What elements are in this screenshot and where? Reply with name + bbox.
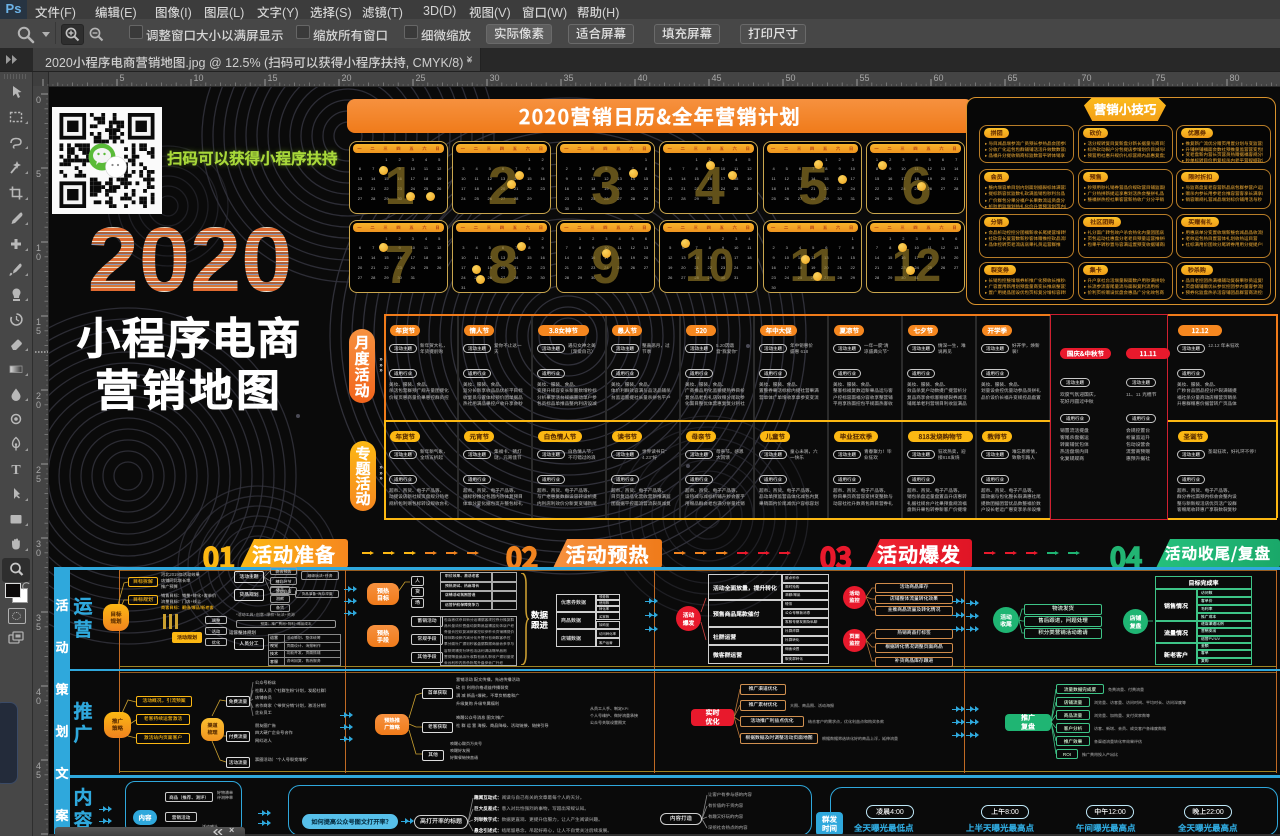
- svg-text:65: 65: [1008, 73, 1018, 83]
- svg-text:0: 0: [36, 95, 41, 105]
- svg-text:80: 80: [1230, 73, 1240, 83]
- svg-text:0: 0: [36, 400, 41, 410]
- svg-text:5: 5: [120, 73, 125, 83]
- svg-text:5: 5: [36, 326, 41, 336]
- svg-text:0: 0: [36, 696, 41, 706]
- svg-text:15: 15: [268, 73, 278, 83]
- svg-text:40: 40: [638, 73, 648, 83]
- svg-text:45: 45: [712, 73, 722, 83]
- svg-text:5: 5: [36, 770, 41, 780]
- svg-text:0: 0: [36, 252, 41, 262]
- svg-text:T: T: [11, 463, 21, 477]
- svg-text:75: 75: [1156, 73, 1166, 83]
- svg-text:30: 30: [490, 73, 500, 83]
- svg-text:10: 10: [194, 73, 204, 83]
- svg-text:5: 5: [36, 169, 41, 179]
- svg-text:60: 60: [934, 73, 944, 83]
- svg-text:50: 50: [786, 73, 796, 83]
- svg-text:35: 35: [564, 73, 574, 83]
- svg-text:25: 25: [416, 73, 426, 83]
- svg-text:5: 5: [36, 622, 41, 632]
- svg-text:0: 0: [36, 548, 41, 558]
- svg-text:70: 70: [1082, 73, 1092, 83]
- svg-text:55: 55: [860, 73, 870, 83]
- svg-text:20: 20: [342, 73, 352, 83]
- svg-text:5: 5: [36, 474, 41, 484]
